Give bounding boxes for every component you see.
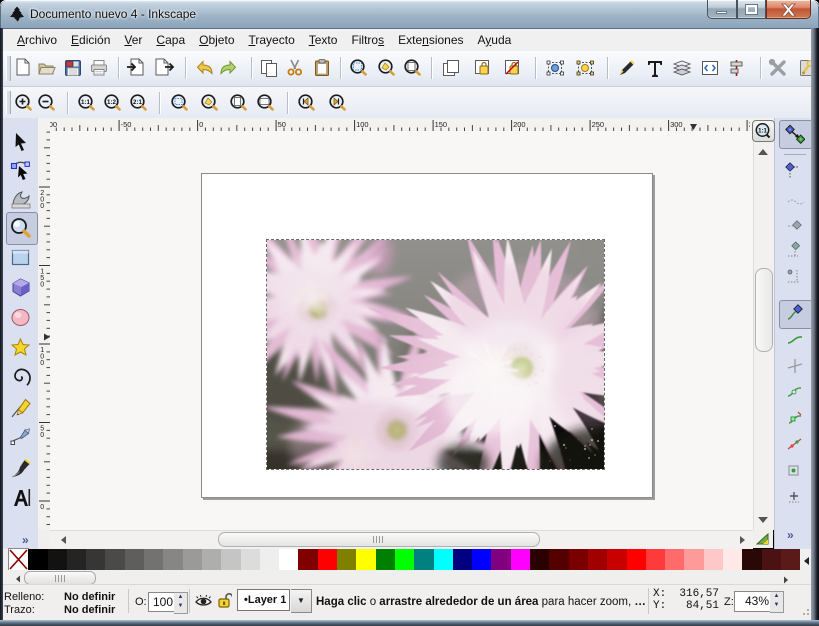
- svg-text:50: 50: [278, 120, 286, 129]
- svg-text:0: 0: [40, 203, 44, 210]
- svg-text:1:1: 1:1: [81, 99, 91, 106]
- svg-text:0: 0: [40, 360, 44, 367]
- svg-text:1:2: 1:2: [107, 99, 117, 106]
- svg-text:-50: -50: [121, 120, 132, 129]
- svg-text:0: 0: [40, 504, 44, 511]
- svg-text:1:1: 1:1: [758, 128, 767, 134]
- svg-text:0: 0: [199, 120, 203, 129]
- svg-text:0: 0: [40, 432, 44, 439]
- svg-text:0: 0: [40, 281, 44, 288]
- svg-text:2:1: 2:1: [133, 99, 143, 106]
